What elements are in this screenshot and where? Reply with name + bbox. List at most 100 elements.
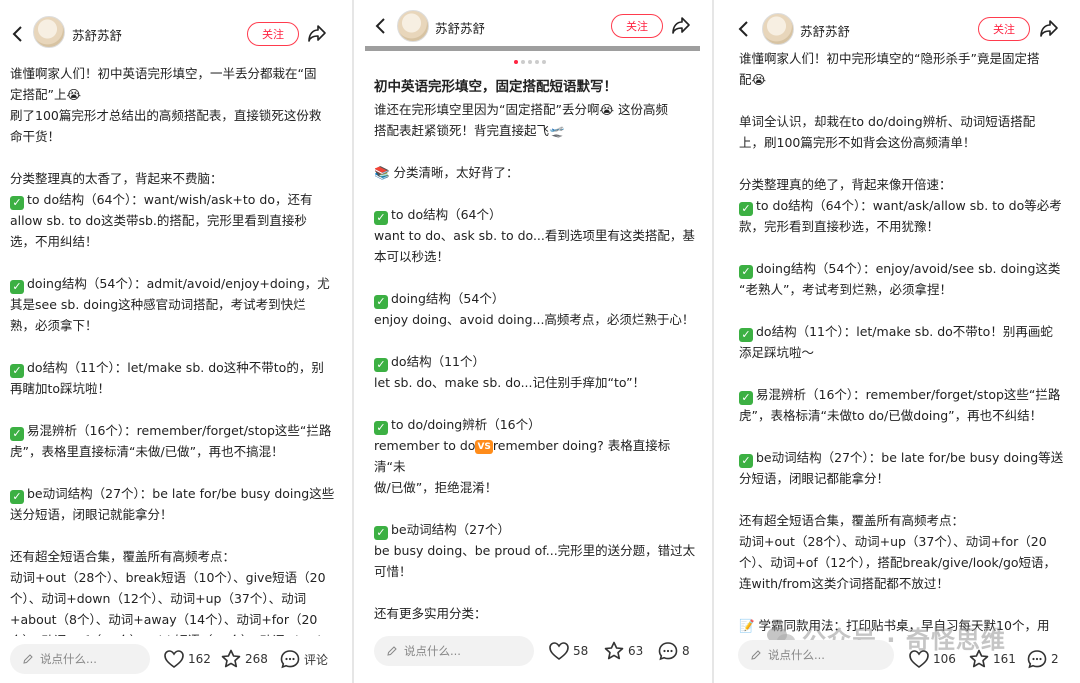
body-line: ✓ 易混辨析（16个）：remember/forget/stop这些“拦路 bbox=[739, 384, 1069, 405]
body-line: 虎”，表格里直接标清“未做/已做”，再也不搞混！ bbox=[10, 444, 284, 459]
body-line-text: doing结构（54个）：admit/avoid/enjoy+doing，尤 bbox=[27, 276, 330, 291]
body-line: 连with/from这类介词搭配都不放过！ bbox=[739, 576, 949, 591]
check-mark-icon: ✓ bbox=[739, 454, 753, 468]
body-line: 动词+out（28个）、break短语（10个）、give短语（20 bbox=[10, 570, 326, 585]
body-line: 刷了100篇完形才总结出的高频搭配表，直接锁死这份救 bbox=[10, 108, 322, 123]
avatar[interactable] bbox=[397, 10, 429, 42]
follow-button[interactable]: 关注 bbox=[611, 14, 663, 38]
body-line-text: doing结构（54个） bbox=[391, 291, 505, 306]
comment-count: 8 bbox=[682, 644, 690, 658]
comment-input[interactable]: 说点什么... bbox=[374, 636, 534, 666]
body-line: ✓ 易混辨析（16个）：remember/forget/stop这些“拦路 bbox=[10, 420, 335, 441]
post-panel-3: 苏舒苏舒 关注 谁懂啊家人们！初中完形填空的“隐形杀手”竟是固定搭 配😭 单词全认识… bbox=[728, 0, 1080, 683]
comment-input[interactable]: 说点什么... bbox=[738, 640, 894, 670]
like-count: 162 bbox=[188, 652, 211, 666]
like-count: 58 bbox=[573, 644, 589, 658]
body-line bbox=[10, 399, 335, 420]
panel-divider bbox=[712, 0, 714, 683]
star-button[interactable]: 161 bbox=[968, 648, 1016, 670]
comment-input[interactable]: 说点什么... bbox=[10, 644, 150, 674]
body-line bbox=[739, 594, 1069, 615]
body-line: be busy doing、be proud of...完形里的送分题，错过太 bbox=[374, 543, 696, 558]
body-line: 还有超全短语合集，覆盖所有高频考点： bbox=[10, 549, 236, 564]
body-line: 上，刷100篇完形不如背会这份高频清单！ bbox=[739, 135, 976, 150]
share-icon[interactable] bbox=[1038, 17, 1060, 39]
avatar[interactable] bbox=[33, 16, 65, 48]
body-line-text: to do结构（64个）：want/wish/ask+to do，还有 bbox=[27, 192, 313, 207]
body-line bbox=[739, 363, 1069, 384]
body-line bbox=[10, 336, 335, 357]
avatar[interactable] bbox=[762, 13, 794, 45]
body-line: 款，完形看到直接秒选，不用犹豫！ bbox=[739, 219, 940, 234]
comment-button[interactable]: 8 bbox=[657, 640, 690, 662]
body-line-text: 易混辨析（16个）：remember/forget/stop这些“拦路 bbox=[756, 387, 1061, 402]
body-line: ✓ be动词结构（27个） bbox=[374, 519, 699, 540]
body-line: 送分短语，闭眼记就能拿分！ bbox=[10, 507, 173, 522]
body-line bbox=[374, 267, 699, 288]
body-line: ✓ be动词结构（27个）：be late for/be busy doing等送 bbox=[739, 447, 1069, 468]
body-line: allow sb. to do这类带sb.的搭配，完形里看到直接秒 bbox=[10, 213, 307, 228]
body-line bbox=[374, 141, 699, 162]
body-line: 个）、动词+of（12个），搭配break/give/look/go短语， bbox=[739, 555, 1057, 570]
post-body: 谁还在完形填空里因为“固定搭配”丢分啊😭 这份高频 搭配表赶紧锁死！背完直接起飞🛫… bbox=[374, 99, 699, 632]
body-line-text: 易混辨析（16个）：remember/forget/stop这些“拦路 bbox=[27, 423, 332, 438]
body-line: ✓ doing结构（54个） bbox=[374, 288, 699, 309]
post-panel-1: 苏舒苏舒 关注 谁懂啊家人们！初中英语完形填空，一半丢分都栽在“固 定搭配”上😭 刷… bbox=[0, 0, 340, 683]
bottom-bar: 说点什么... 162 268 评论 bbox=[0, 636, 340, 683]
star-button[interactable]: 63 bbox=[603, 640, 643, 662]
body-line: 做/已做”，拒绝混淆！ bbox=[374, 480, 498, 495]
body-line-text: do结构（11个）：let/make sb. do这种不带to的，别 bbox=[27, 360, 324, 375]
post-title: 初中英语完形填空，固定搭配短语默写！ bbox=[374, 79, 617, 95]
username[interactable]: 苏舒苏舒 bbox=[435, 18, 485, 37]
pencil-icon bbox=[387, 646, 397, 656]
body-line: ✓ be动词结构（27个）：be late for/be busy doing这些 bbox=[10, 483, 335, 504]
body-line-text: doing结构（54个）：enjoy/avoid/see sb. doing这类 bbox=[756, 261, 1061, 276]
body-line: 可惜！ bbox=[374, 564, 412, 579]
post-body: 谁懂啊家人们！初中英语完形填空，一半丢分都栽在“固 定搭配”上😭 刷了100篇完形才… bbox=[10, 63, 335, 638]
body-line: ✓ to do结构（64个） bbox=[374, 204, 699, 225]
body-line bbox=[739, 237, 1069, 258]
username[interactable]: 苏舒苏舒 bbox=[800, 21, 850, 40]
star-button[interactable]: 268 bbox=[220, 648, 268, 670]
comment-button[interactable]: 评论 bbox=[279, 648, 328, 670]
body-line: 配😭 bbox=[739, 72, 767, 87]
body-line: enjoy doing、avoid doing...高频考点，必须烂熟于心！ bbox=[374, 312, 695, 327]
post-header: 苏舒苏舒 关注 bbox=[365, 0, 700, 60]
star-icon bbox=[604, 641, 624, 660]
username[interactable]: 苏舒苏舒 bbox=[72, 25, 122, 44]
check-mark-icon: ✓ bbox=[739, 265, 753, 279]
body-line: 个）、动词+down（12个）、动词+up（37个）、动词 bbox=[10, 591, 307, 606]
body-line: 分类整理真的绝了，背起来像开倍速： bbox=[739, 177, 952, 192]
back-arrow-icon[interactable] bbox=[734, 19, 754, 39]
check-mark-icon: ✓ bbox=[374, 526, 388, 540]
like-count: 106 bbox=[933, 652, 956, 666]
like-button[interactable]: 58 bbox=[548, 640, 588, 662]
body-line: 再瞎加to踩坑啦！ bbox=[10, 381, 111, 396]
body-line bbox=[739, 90, 1069, 111]
follow-button[interactable]: 关注 bbox=[247, 22, 299, 46]
body-line: 其是see sb. doing这种感官动词搭配，考试考到快烂 bbox=[10, 297, 306, 312]
follow-button[interactable]: 关注 bbox=[978, 17, 1030, 41]
body-line bbox=[374, 498, 699, 519]
body-line-text: to do/doing辨析（16个） bbox=[391, 417, 541, 432]
share-icon[interactable] bbox=[306, 22, 328, 44]
like-button[interactable]: 106 bbox=[908, 648, 956, 670]
body-line: ✓ to do/doing辨析（16个） bbox=[374, 414, 699, 435]
share-icon[interactable] bbox=[670, 14, 692, 36]
body-line-text: be动词结构（27个）：be late for/be busy doing这些 bbox=[27, 486, 335, 501]
versus-icon: VS bbox=[475, 440, 493, 454]
back-arrow-icon[interactable] bbox=[8, 24, 28, 44]
comment-count: 评论 bbox=[304, 652, 329, 667]
back-arrow-icon[interactable] bbox=[371, 16, 391, 36]
comment-button[interactable]: 2 bbox=[1026, 648, 1059, 670]
panel-divider bbox=[352, 0, 354, 683]
body-line: 谁懂啊家人们！初中英语完形填空，一半丢分都栽在“固 bbox=[10, 66, 317, 81]
body-line: 添足踩坑啦～ bbox=[739, 345, 815, 360]
comment-count: 2 bbox=[1051, 652, 1059, 666]
body-line: 还有更多实用分类： bbox=[374, 606, 487, 621]
body-line bbox=[739, 153, 1069, 174]
pencil-icon bbox=[23, 654, 33, 664]
body-line-text: do结构（11个）：let/make sb. do不带to！别再画蛇 bbox=[756, 324, 1053, 339]
body-line: 搭配表赶紧锁死！背完直接起飞🛫 bbox=[374, 123, 565, 138]
like-button[interactable]: 162 bbox=[163, 648, 211, 670]
